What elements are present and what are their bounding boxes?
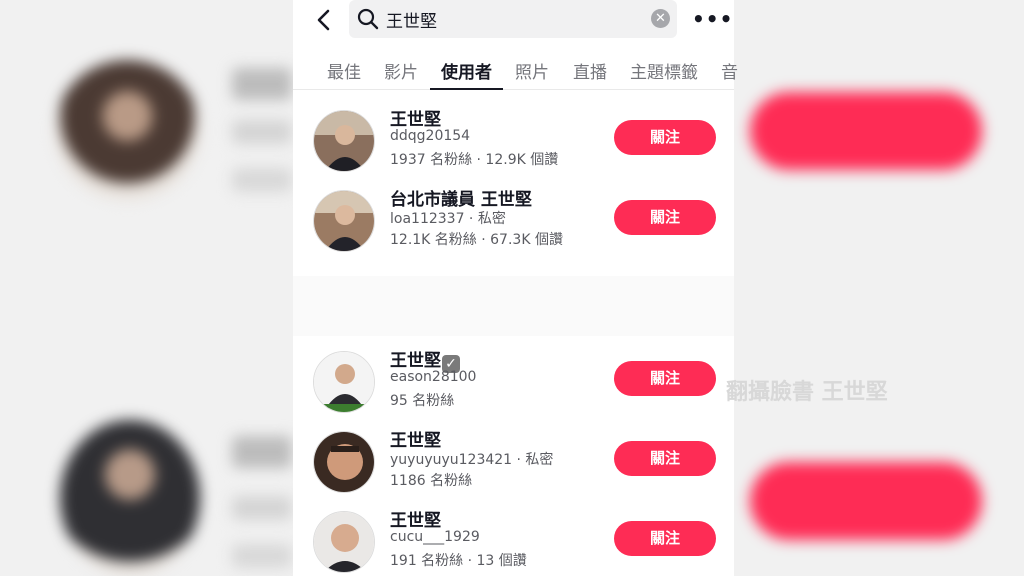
- user-stats: 191 名粉絲 · 13 個讚: [390, 553, 527, 569]
- blurred-text: [232, 168, 292, 192]
- image-caption: 翻攝臉書 王世堅: [726, 380, 888, 405]
- user-stats: 12.1K 名粉絲 · 67.3K 個讚: [390, 232, 563, 248]
- blurred-text: [232, 120, 292, 144]
- blurred-text: [232, 496, 292, 520]
- user-name: 王世堅: [390, 511, 441, 531]
- follow-button[interactable]: 關注: [614, 200, 716, 235]
- blurred-avatar: [60, 420, 200, 576]
- user-name: 王世堅: [390, 110, 441, 130]
- user-row[interactable]: 王世堅 cucu___1929 191 名粉絲 · 13 個讚 關注: [293, 499, 734, 576]
- user-handle: yuyuyuyu123421 · 私密: [390, 452, 554, 468]
- follow-button[interactable]: 關注: [614, 120, 716, 155]
- user-row[interactable]: 王世堅 ✓ eason28100 95 名粉絲 關注: [293, 339, 734, 419]
- follow-button[interactable]: 關注: [614, 521, 716, 556]
- user-row[interactable]: 台北市議員 王世堅 loa112337 · 私密 12.1K 名粉絲 · 67.…: [293, 178, 734, 258]
- blurred-follow-button: [750, 462, 982, 540]
- avatar[interactable]: [313, 190, 375, 252]
- user-name: 王世堅: [390, 431, 441, 451]
- tab-sounds[interactable]: 音: [721, 58, 738, 83]
- user-name: 台北市議員 王世堅: [390, 190, 532, 210]
- user-stats: 95 名粉絲: [390, 393, 455, 409]
- tab-live[interactable]: 直播: [573, 58, 607, 83]
- follow-button[interactable]: 關注: [614, 441, 716, 476]
- active-tab-indicator: [430, 88, 503, 90]
- avatar[interactable]: [313, 110, 375, 172]
- back-arrow-icon[interactable]: [312, 6, 334, 34]
- tab-hashtags[interactable]: 主題標籤: [630, 58, 698, 83]
- user-handle: loa112337 · 私密: [390, 211, 506, 227]
- avatar[interactable]: [313, 431, 375, 493]
- blurred-avatar: [55, 60, 200, 200]
- tab-users[interactable]: 使用者: [441, 58, 492, 83]
- avatar[interactable]: [313, 351, 375, 413]
- tab-photos[interactable]: 照片: [515, 58, 549, 83]
- blurred-text: [232, 68, 292, 100]
- user-row[interactable]: 王世堅 yuyuyuyu123421 · 私密 1186 名粉絲 關注: [293, 419, 734, 499]
- user-handle: eason28100: [390, 369, 477, 385]
- user-stats: 1937 名粉絲 · 12.9K 個讚: [390, 152, 559, 168]
- blurred-text: [232, 436, 292, 468]
- clear-icon[interactable]: ✕: [651, 9, 670, 28]
- avatar[interactable]: [313, 511, 375, 573]
- user-handle: cucu___1929: [390, 529, 480, 545]
- panel-divider: [293, 276, 734, 336]
- blurred-text: [232, 544, 292, 568]
- user-name-text: 王世堅: [390, 351, 441, 371]
- user-row[interactable]: 王世堅 ddqg20154 1937 名粉絲 · 12.9K 個讚 關注: [293, 98, 734, 178]
- follow-button[interactable]: 關注: [614, 361, 716, 396]
- user-handle: ddqg20154: [390, 128, 471, 144]
- search-query[interactable]: 王世堅: [386, 7, 437, 32]
- search-icon: [357, 8, 379, 30]
- more-icon[interactable]: •••: [692, 7, 732, 31]
- tab-videos[interactable]: 影片: [384, 58, 418, 83]
- user-stats: 1186 名粉絲: [390, 473, 473, 489]
- blurred-follow-button: [750, 92, 982, 170]
- tab-best[interactable]: 最佳: [327, 58, 361, 83]
